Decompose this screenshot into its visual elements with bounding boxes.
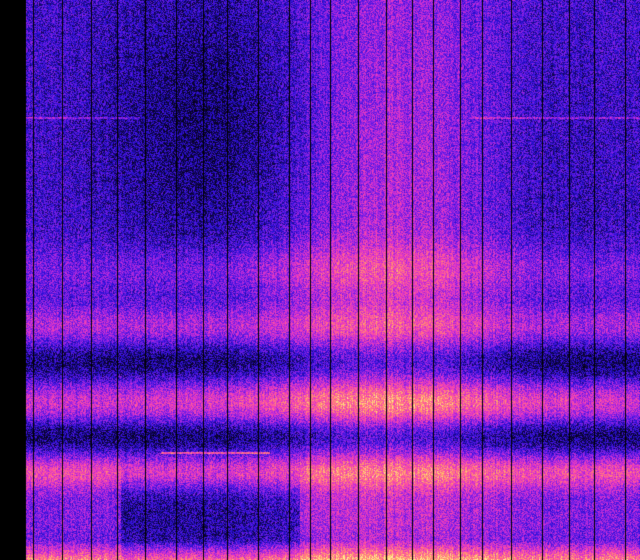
spectrogram-image	[0, 0, 640, 560]
spectrogram-stage	[0, 0, 640, 560]
